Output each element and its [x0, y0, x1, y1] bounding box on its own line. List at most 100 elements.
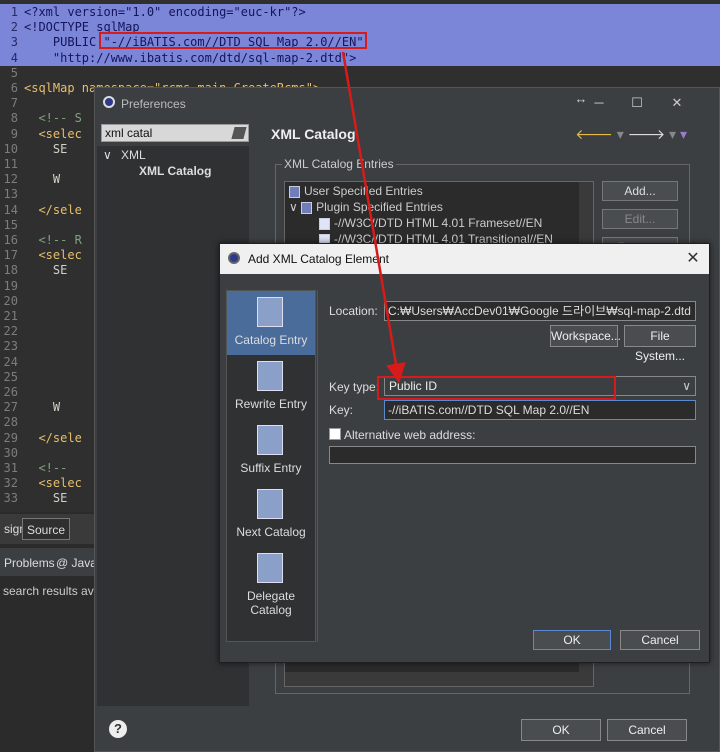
- line-number: 1: [10, 5, 18, 19]
- code-text: W: [24, 400, 61, 415]
- navigation-arrows: 🡐 ▾ 🡒 ▾ ▾: [575, 126, 687, 143]
- alternative-web-address-checkbox[interactable]: [329, 428, 341, 440]
- line-number: 17: [3, 248, 18, 263]
- kind-label: Suffix Entry: [240, 461, 302, 475]
- line-number: 22: [3, 324, 18, 339]
- search-status-text: search results avail: [3, 584, 106, 598]
- list-item-label: User Specified Entries: [304, 184, 423, 198]
- line-number: 9: [10, 126, 18, 141]
- tab-problems[interactable]: Problems: [0, 552, 59, 574]
- line-number: 15: [3, 217, 18, 232]
- preferences-title: Preferences: [121, 97, 186, 111]
- workspace-button[interactable]: Workspace...: [550, 325, 621, 347]
- list-item-label: Plugin Specified Entries: [316, 200, 443, 214]
- list-item[interactable]: User Specified Entries: [289, 184, 423, 198]
- forward-menu-icon[interactable]: ▾: [669, 126, 676, 142]
- alt-web-label: Alternative web address:: [344, 428, 476, 442]
- add-xml-catalog-dialog: Add XML Catalog Element ✕ Catalog Entry R…: [219, 243, 710, 663]
- kind-rewrite-entry[interactable]: Rewrite Entry: [227, 355, 315, 419]
- dialog-title: Add XML Catalog Element: [248, 252, 389, 266]
- alt-web-input[interactable]: [329, 446, 696, 464]
- tree-item-xml[interactable]: XML: [121, 148, 146, 162]
- edit-entry-button[interactable]: Edit...: [602, 209, 678, 229]
- forward-arrow-icon[interactable]: 🡒: [628, 126, 666, 142]
- line-number: 26: [3, 385, 18, 399]
- code-text: <selec: [24, 126, 82, 141]
- code-line[interactable]: 4 "http://www.ibatis.com/dtd/sql-map-2.d…: [0, 49, 720, 66]
- line-number: 18: [3, 263, 18, 278]
- back-arrow-icon[interactable]: 🡐: [575, 126, 613, 142]
- page-title: XML Catalog: [271, 126, 356, 142]
- code-text: SE: [24, 263, 68, 278]
- code-text: <selec: [24, 248, 82, 263]
- dialog-body: Catalog Entry Rewrite Entry Suffix Entry Ne…: [220, 274, 709, 664]
- close-button[interactable]: ✕: [667, 93, 687, 113]
- code-line[interactable]: 5: [0, 65, 720, 81]
- tab-source[interactable]: Source: [22, 518, 71, 540]
- list-item[interactable]: -//W3C//DTD HTML 4.01 Frameset//EN: [319, 216, 542, 230]
- eclipse-icon: [103, 96, 115, 108]
- kind-label: Next Catalog: [236, 525, 306, 539]
- entries-h-scrollbar[interactable]: [285, 672, 593, 686]
- location-label: Location:: [329, 304, 378, 318]
- resize-icon: ↔: [574, 91, 588, 106]
- kind-next-catalog[interactable]: Next Catalog: [227, 483, 315, 547]
- list-item-label: -//W3C//DTD HTML 4.01 Frameset//EN: [334, 216, 543, 230]
- kind-catalog-entry[interactable]: Catalog Entry: [227, 291, 315, 355]
- line-number: 16: [3, 233, 18, 247]
- code-line[interactable]: 1 <?xml version="1.0" encoding="euc-kr"?>: [0, 4, 720, 20]
- line-number: 19: [3, 278, 18, 293]
- prefs-cancel-button[interactable]: Cancel: [607, 719, 687, 741]
- key-input[interactable]: -//iBATIS.com//DTD SQL Map 2.0//EN: [384, 400, 696, 420]
- line-number: 30: [3, 445, 18, 460]
- catalog-kind-icon: [257, 553, 283, 583]
- file-system-button[interactable]: File System...: [624, 325, 696, 363]
- help-icon[interactable]: ?: [109, 720, 127, 738]
- line-number: 11: [3, 157, 18, 171]
- prefs-ok-button[interactable]: OK: [521, 719, 601, 741]
- line-number: 12: [3, 172, 18, 187]
- kind-label: Rewrite Entry: [234, 397, 308, 411]
- location-input[interactable]: C:₩Users₩AccDev01₩Google 드라이브₩sql-map-2.…: [384, 301, 696, 321]
- eclipse-icon: [228, 252, 240, 264]
- list-item[interactable]: ∨ Plugin Specified Entries: [289, 200, 443, 214]
- key-label: Key:: [329, 403, 354, 417]
- dialog-titlebar[interactable]: Add XML Catalog Element ✕: [220, 244, 709, 274]
- code-text: <!-- R: [24, 233, 82, 247]
- code-text: SE: [24, 141, 68, 156]
- line-number: 13: [3, 187, 18, 202]
- kind-delegate-catalog[interactable]: Delegate Catalog: [227, 547, 315, 617]
- add-entry-button[interactable]: Add...: [602, 181, 678, 201]
- catalog-icon: [301, 201, 313, 214]
- maximize-button[interactable]: ☐: [627, 93, 647, 113]
- preferences-titlebar[interactable]: Preferences ↔ ─ ☐ ✕: [95, 88, 719, 118]
- tree-expand-icon[interactable]: ∨: [103, 148, 112, 162]
- code-text: <selec: [24, 476, 82, 491]
- clear-filter-icon[interactable]: [231, 127, 247, 139]
- line-number: 5: [10, 65, 18, 80]
- kind-label: Catalog Entry: [234, 333, 308, 347]
- line-number: 32: [3, 476, 18, 491]
- tree-item-xml-catalog[interactable]: XML Catalog: [139, 164, 212, 178]
- catalog-element-kinds: Catalog Entry Rewrite Entry Suffix Entry Ne…: [226, 290, 316, 642]
- line-number: 10: [3, 141, 18, 156]
- catalog-kind-icon: [257, 489, 283, 519]
- line-number: 6: [10, 81, 18, 95]
- dialog-close-button[interactable]: ✕: [683, 248, 703, 268]
- line-number: 7: [10, 96, 18, 111]
- highlight-key-field: [377, 376, 616, 400]
- preferences-filter-input[interactable]: xml catal: [101, 124, 249, 142]
- catalog-icon: [289, 185, 300, 198]
- back-menu-icon[interactable]: ▾: [617, 126, 624, 142]
- kind-suffix-entry[interactable]: Suffix Entry: [227, 419, 315, 483]
- view-menu-icon[interactable]: ▾: [680, 126, 687, 142]
- dialog-cancel-button[interactable]: Cancel: [620, 630, 700, 650]
- catalog-entry-form: Location: C:₩Users₩AccDev01₩Google 드라이브₩…: [317, 290, 699, 642]
- code-text: <!--: [24, 461, 75, 475]
- dialog-ok-button[interactable]: OK: [533, 630, 611, 650]
- kind-label: Delegate Catalog: [246, 589, 296, 617]
- chevron-down-icon: ∨: [682, 379, 691, 393]
- minimize-button[interactable]: ─: [589, 93, 609, 113]
- line-number: 31: [3, 461, 18, 475]
- screenshot-root: 1 <?xml version="1.0" encoding="euc-kr"?>…: [0, 0, 720, 752]
